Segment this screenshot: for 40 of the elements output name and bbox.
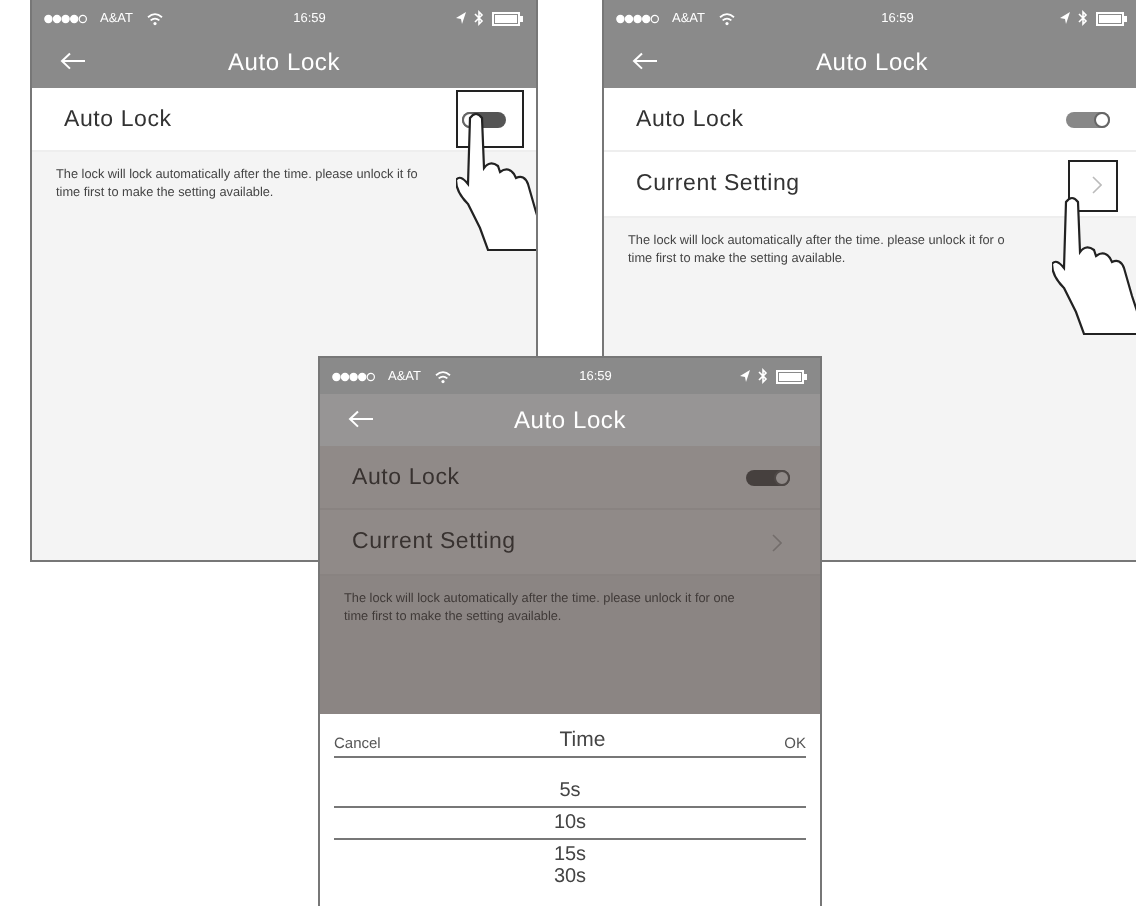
battery-icon bbox=[776, 369, 808, 383]
signal-icon bbox=[616, 13, 660, 23]
location-icon bbox=[456, 12, 466, 24]
back-arrow-icon[interactable] bbox=[60, 52, 86, 70]
settings-row[interactable]: Auto Lock bbox=[32, 88, 536, 152]
chevron-icon bbox=[1092, 175, 1102, 193]
settings-row[interactable]: Current Setting bbox=[604, 152, 1136, 218]
row-label: Auto Lock bbox=[636, 107, 744, 131]
row-label: Current Setting bbox=[636, 172, 800, 196]
back-arrow-icon[interactable] bbox=[348, 410, 374, 428]
picker-option[interactable]: 30s bbox=[334, 866, 806, 888]
signal-icon bbox=[332, 371, 376, 381]
location-icon bbox=[1060, 12, 1070, 24]
picker-title: Time bbox=[559, 728, 606, 752]
screen-title: Auto Lock bbox=[227, 48, 341, 76]
battery-icon bbox=[492, 11, 524, 25]
chevron-icon bbox=[772, 533, 782, 551]
picker-option[interactable]: 5s bbox=[334, 780, 806, 802]
wifi-icon bbox=[145, 11, 163, 25]
bluetooth-icon bbox=[474, 10, 484, 26]
bluetooth-icon bbox=[758, 368, 768, 384]
settings-row[interactable]: Current Setting bbox=[320, 510, 820, 576]
picker-option[interactable]: 10s bbox=[334, 806, 806, 840]
row-label: Auto Lock bbox=[352, 465, 460, 489]
settings-row[interactable]: Auto Lock bbox=[604, 88, 1136, 152]
wifi-icon bbox=[717, 11, 735, 25]
picker-option[interactable]: 15s bbox=[334, 844, 806, 866]
screen-title: Auto Lock bbox=[513, 406, 627, 434]
wifi-icon bbox=[433, 369, 451, 383]
location-icon bbox=[740, 370, 750, 382]
bluetooth-icon bbox=[1078, 10, 1088, 26]
screen-title: Auto Lock bbox=[815, 48, 929, 76]
row-label: Auto Lock bbox=[64, 107, 172, 131]
back-arrow-icon[interactable] bbox=[632, 52, 658, 70]
settings-row[interactable]: Auto Lock bbox=[320, 446, 820, 510]
toggle-switch[interactable] bbox=[1066, 111, 1110, 127]
row-label: Current Setting bbox=[352, 530, 516, 554]
battery-icon bbox=[1096, 11, 1128, 25]
signal-icon bbox=[44, 13, 88, 23]
toggle-switch[interactable] bbox=[746, 469, 790, 485]
